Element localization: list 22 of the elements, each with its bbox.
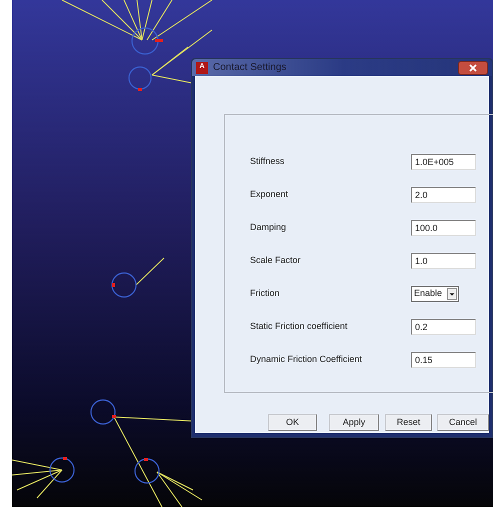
input-field[interactable]: 0.2 [411,319,476,335]
input-field[interactable]: 1.0E+005 [411,154,476,170]
close-icon [469,64,477,72]
caret-icon [447,288,457,300]
field-label: Exponent [250,188,288,202]
window-title: Contact Settings [213,61,286,75]
input-field[interactable]: 100.0 [411,220,476,236]
dialog-button[interactable]: Cancel [437,414,489,431]
field-label: Stiffness [250,155,284,168]
input-field[interactable]: 0.15 [411,352,476,368]
field-label: Dynamic Friction Coefficient [250,353,362,366]
field-label: Static Friction coefficient [250,320,348,334]
field-label: Damping [250,221,286,234]
field-label: Scale Factor [250,254,301,268]
field-label: Friction [250,287,280,300]
dialog-button[interactable]: Reset [385,414,432,431]
input-field[interactable]: 2.0 [411,187,476,203]
dialog-button[interactable]: OK [268,414,317,431]
close-button[interactable] [458,60,488,74]
dialog-button[interactable]: Apply [329,414,379,431]
input-field[interactable]: 1.0 [411,253,476,269]
dropdown[interactable]: Enable [411,286,459,302]
